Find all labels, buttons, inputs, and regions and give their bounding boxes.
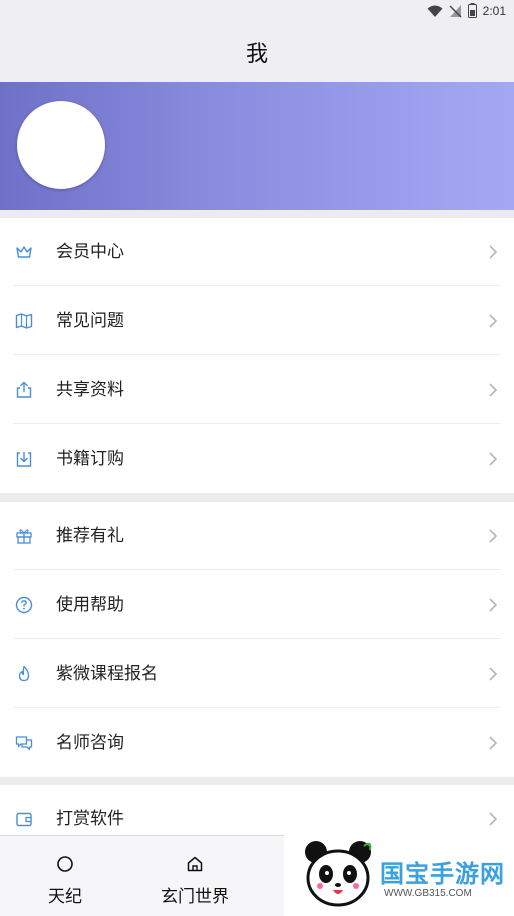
menu-item-label: 使用帮助 [56, 595, 124, 615]
chevron-right-icon [489, 314, 498, 328]
chevron-right-icon [489, 529, 498, 543]
bottom-nav: 天纪 玄门世界 [0, 835, 284, 916]
wifi-icon [427, 5, 443, 17]
watermark-text: 国宝手游网 [380, 860, 505, 888]
question-icon [15, 596, 33, 614]
menu-item-label: 名师咨询 [56, 733, 124, 753]
section-divider [0, 493, 514, 502]
menu-item-course-signup[interactable]: 紫微课程报名 [0, 640, 514, 708]
signal-off-icon [449, 4, 462, 17]
chevron-right-icon [489, 667, 498, 681]
menu-item-label: 推荐有礼 [56, 526, 124, 546]
chevron-right-icon [489, 452, 498, 466]
divider [14, 707, 500, 708]
menu-item-label: 常见问题 [56, 311, 124, 331]
gift-icon [16, 529, 32, 544]
divider [14, 423, 500, 424]
menu-item-faq[interactable]: 常见问题 [0, 287, 514, 355]
menu-item-expert-consult[interactable]: 名师咨询 [0, 709, 514, 777]
menu-item-label: 紫微课程报名 [56, 664, 158, 684]
menu-item-label: 书籍订购 [56, 449, 124, 469]
tab-tianji[interactable]: 天纪 [0, 836, 130, 916]
tab-label: 玄门世界 [161, 887, 229, 907]
watermark-url: WWW.GB315.COM [384, 888, 472, 899]
chat-icon [15, 736, 33, 751]
menu-item-help[interactable]: 使用帮助 [0, 571, 514, 639]
header: 我 [0, 22, 514, 82]
wallet-icon [16, 812, 32, 827]
divider [14, 354, 500, 355]
menu-item-label: 会员中心 [56, 242, 124, 262]
status-time: 2:01 [482, 3, 506, 18]
home-icon [187, 856, 203, 872]
circle-icon [57, 856, 73, 872]
map-icon [15, 313, 33, 329]
chevron-right-icon [489, 736, 498, 750]
chevron-right-icon [489, 812, 498, 826]
panda-logo-icon [305, 841, 372, 907]
share-icon [16, 381, 32, 398]
chevron-right-icon [489, 245, 498, 259]
download-icon [16, 452, 32, 467]
divider [14, 569, 500, 570]
menu-item-member-center[interactable]: 会员中心 [0, 218, 514, 286]
profile-banner[interactable] [0, 82, 514, 210]
chevron-right-icon [489, 383, 498, 397]
flame-icon [18, 665, 30, 682]
page-title: 我 [245, 42, 268, 67]
divider [14, 638, 500, 639]
tab-xuanmen-world[interactable]: 玄门世界 [130, 836, 260, 916]
chevron-right-icon [489, 598, 498, 612]
menu-item-book-order[interactable]: 书籍订购 [0, 425, 514, 493]
menu-item-label: 共享资料 [56, 380, 124, 400]
battery-icon [467, 3, 477, 18]
menu-item-referral[interactable]: 推荐有礼 [0, 502, 514, 570]
status-bar: 2:01 [0, 0, 514, 22]
section-divider [0, 777, 514, 785]
tab-label: 天纪 [48, 887, 82, 907]
section-divider [0, 210, 514, 218]
crown-icon [16, 246, 32, 258]
divider [14, 285, 500, 286]
menu-item-shared-materials[interactable]: 共享资料 [0, 356, 514, 424]
status-icons: 2:01 [427, 3, 506, 18]
avatar[interactable] [17, 101, 105, 189]
watermark: 国宝手游网 WWW.GB315.COM [284, 830, 514, 915]
